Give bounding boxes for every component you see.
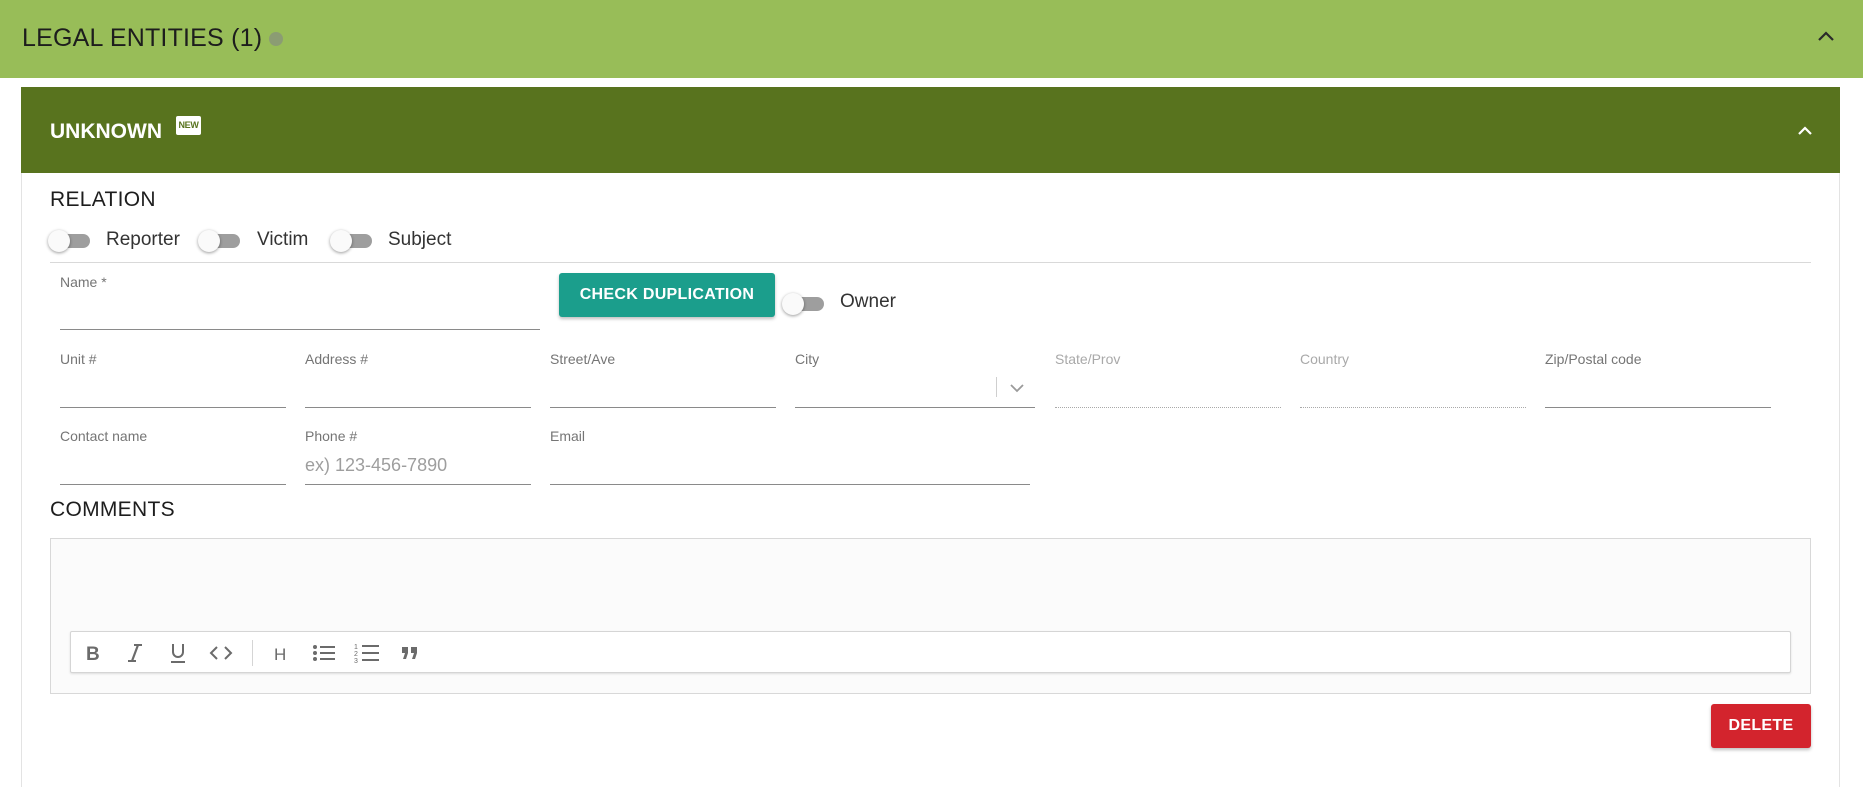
select-separator [996,377,997,397]
address-field[interactable]: Address # [305,351,531,408]
svg-text:2: 2 [354,651,358,658]
phone-placeholder: ex) 123-456-7890 [305,455,448,475]
reporter-label: Reporter [106,229,180,250]
name-label: Name * [60,274,107,290]
owner-label: Owner [840,291,896,312]
quote-icon[interactable] [397,640,423,666]
zip-label: Zip/Postal code [1545,351,1642,367]
country-label: Country [1300,351,1350,367]
phone-field[interactable]: Phone # ex) 123-456-7890 [305,428,531,485]
comments-title: COMMENTS [50,498,175,521]
code-icon[interactable] [208,640,234,666]
subject-toggle[interactable] [330,227,374,252]
relation-divider [50,262,1811,263]
legal-entities-title: LEGAL ENTITIES (1) [22,24,263,52]
email-label: Email [550,428,586,444]
city-label: City [795,351,820,367]
email-field[interactable]: Email [550,428,1030,485]
address-label: Address # [305,351,369,367]
reporter-toggle[interactable] [48,227,92,252]
svg-text:H: H [274,645,286,662]
delete-button[interactable]: DELETE [1711,704,1811,748]
subject-label: Subject [388,229,452,250]
check-duplication-button[interactable]: CHECK DUPLICATION [559,273,775,317]
contact-name-field[interactable]: Contact name [60,428,286,485]
zip-field[interactable]: Zip/Postal code [1545,351,1771,408]
unit-field[interactable]: Unit # [60,351,286,408]
owner-toggle[interactable] [782,290,826,315]
city-select[interactable]: City [795,351,1035,408]
bulleted-list-icon[interactable] [311,640,337,666]
svg-text:B: B [86,644,100,663]
chevron-up-icon[interactable] [1797,125,1813,136]
country-field: Country [1300,351,1526,408]
state-label: State/Prov [1055,351,1121,367]
unit-label: Unit # [60,351,97,367]
chevron-up-icon[interactable] [1817,30,1835,42]
svg-text:3: 3 [354,658,358,664]
info-dot-icon [269,32,283,46]
new-badge: NEW [176,116,201,135]
toolbar-separator [252,640,253,666]
victim-label: Victim [257,229,309,250]
contact-name-label: Contact name [60,428,148,444]
street-label: Street/Ave [550,351,616,367]
numbered-list-icon[interactable]: 123 [354,640,380,666]
victim-toggle[interactable] [198,227,242,252]
entity-card-header[interactable] [21,87,1840,173]
italic-icon[interactable] [122,640,148,666]
street-field[interactable]: Street/Ave [550,351,776,408]
state-field: State/Prov [1055,351,1281,408]
editor-toolbar: B H 123 [70,631,1791,673]
chevron-down-icon[interactable] [1009,383,1025,393]
relation-title: RELATION [50,188,156,211]
svg-text:1: 1 [354,644,358,651]
name-field[interactable]: Name * [60,274,540,330]
entity-title: UNKNOWN [50,120,162,143]
heading-icon[interactable]: H [268,640,294,666]
bold-icon[interactable]: B [79,640,105,666]
phone-label: Phone # [305,428,358,444]
underline-icon[interactable] [165,640,191,666]
